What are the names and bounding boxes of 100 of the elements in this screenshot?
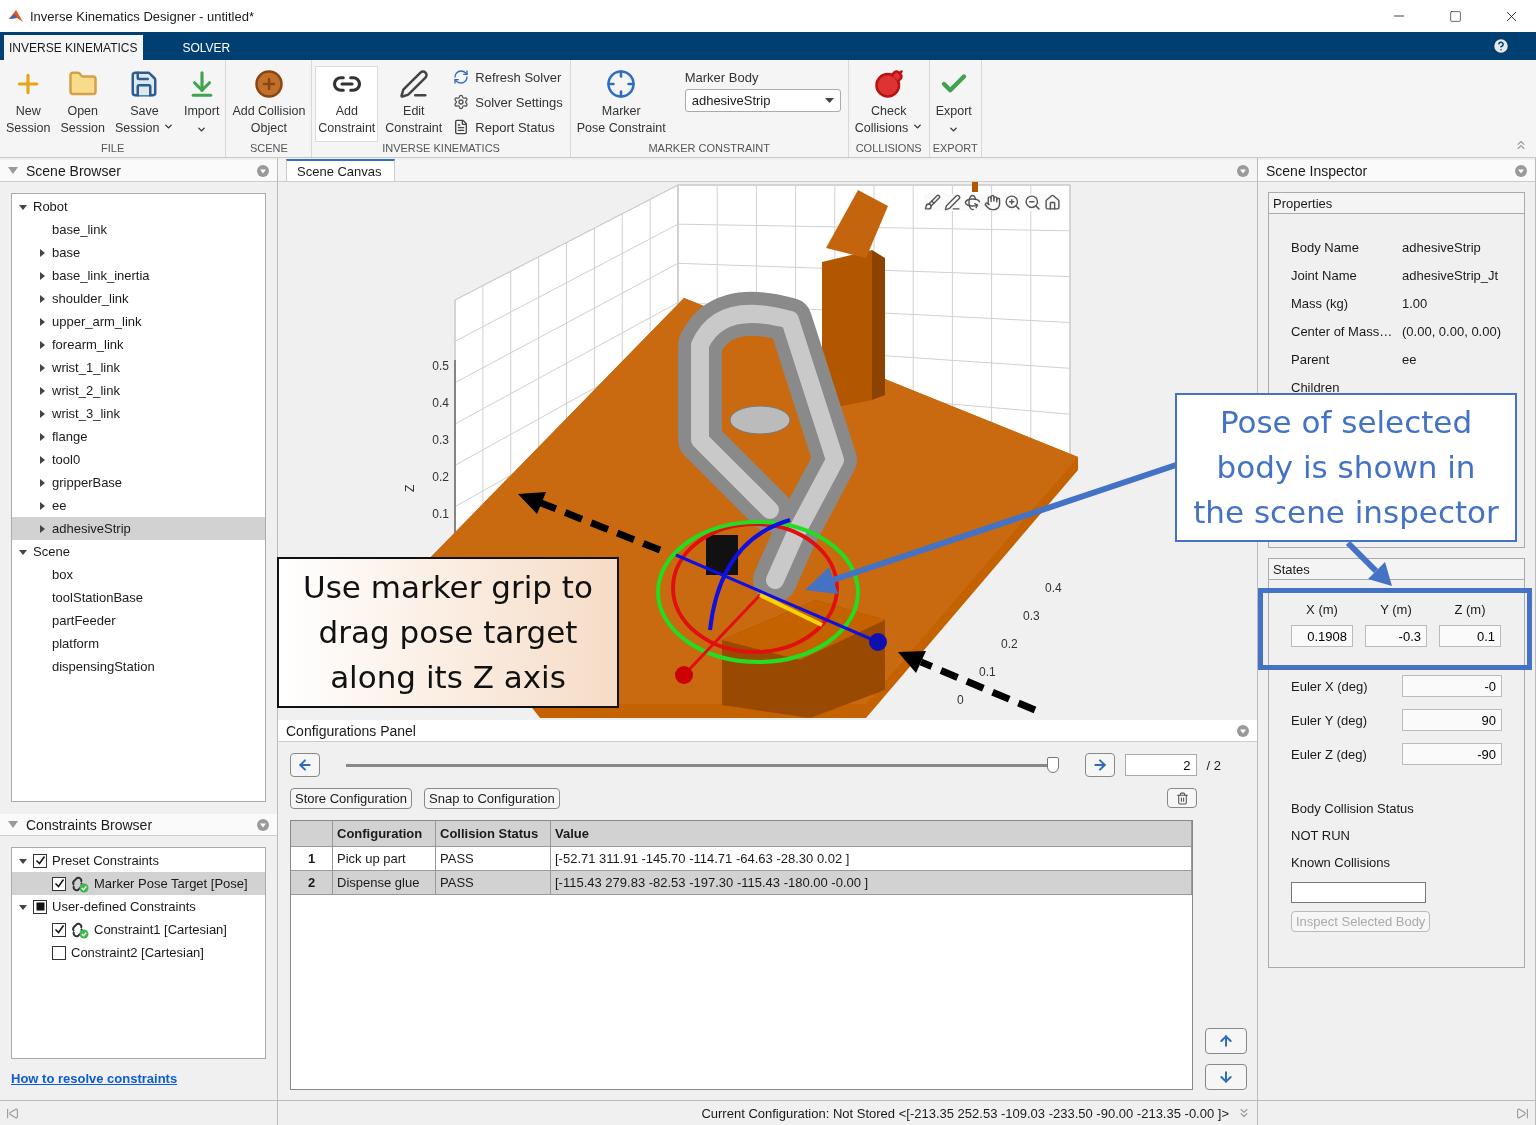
panel-menu-icon[interactable] [257,164,269,177]
collapsed-caret-icon[interactable] [38,524,46,533]
toolstrip-button[interactable]: Save Session [111,66,177,142]
tree-row[interactable]: base_link_inertia [12,264,265,287]
help-icon[interactable] [1492,37,1510,55]
tree-row[interactable]: Marker Pose Target [Pose] [12,872,265,895]
expanded-caret-icon[interactable] [19,856,27,865]
collapsed-caret-icon[interactable] [38,340,46,349]
tree-row[interactable]: forearm_link [12,333,265,356]
panel-menu-icon[interactable] [1515,164,1527,177]
input-field[interactable]: 0.1 [1439,625,1501,647]
tree-row[interactable]: flange [12,425,265,448]
collapsed-caret-icon[interactable] [38,409,46,418]
action-button[interactable]: Store Configuration [290,788,412,809]
slider-thumb[interactable] [1046,757,1059,773]
tree-row[interactable]: Scene [12,540,265,563]
home-icon[interactable] [1044,194,1061,211]
tree-row[interactable]: platform [12,632,265,655]
collapsed-caret-icon[interactable] [38,501,46,510]
action-button[interactable]: Snap to Configuration [424,788,560,809]
collapsed-caret-icon[interactable] [38,363,46,372]
canvas-tab[interactable]: Scene Canvas [286,159,395,181]
input-field[interactable]: 2 [1124,754,1197,776]
move-up-button[interactable] [1205,1028,1247,1054]
tree-row[interactable]: dispensingStation [12,655,265,678]
checkbox[interactable] [33,899,47,914]
tree-row[interactable]: Constraint1 [Cartesian] [12,918,265,941]
panel-menu-icon[interactable] [1237,724,1249,737]
checkbox[interactable] [33,853,47,868]
tree-row[interactable]: gripperBase [12,471,265,494]
next-button[interactable] [1084,753,1115,777]
collapsed-caret-icon[interactable] [38,271,46,280]
toolstrip-button[interactable]: Open Session [57,66,108,142]
collapse-triangle-icon[interactable] [8,820,18,829]
collapsed-caret-icon[interactable] [38,248,46,257]
zoom-in-icon[interactable] [1004,194,1021,211]
expanded-caret-icon[interactable] [19,902,27,911]
tree-row[interactable]: upper_arm_link [12,310,265,333]
tree-row[interactable]: tool0 [12,448,265,471]
checkbox[interactable] [52,945,66,960]
panel-menu-icon[interactable] [1237,164,1249,177]
input-field[interactable]: -90 [1402,743,1502,765]
column-header[interactable]: Value [551,821,1192,846]
expanded-caret-icon[interactable] [19,202,27,211]
tree-row[interactable]: wrist_1_link [12,356,265,379]
move-down-button[interactable] [1205,1064,1247,1090]
pen-icon[interactable] [944,194,961,211]
panel-menu-icon[interactable] [257,818,269,831]
tree-row[interactable]: base_link [12,218,265,241]
table-row[interactable]: 1 Pick up part PASS [-52.71 311.91 -145.70 -114.71 -64.63 -28.30 0.02 ] [291,847,1192,871]
input-field[interactable]: 0.1908 [1291,625,1353,647]
ribbon-tab[interactable]: SOLVER [177,35,237,60]
collapsed-caret-icon[interactable] [38,317,46,326]
tree-row[interactable]: Preset Constraints [12,849,265,872]
input-field[interactable]: -0.3 [1365,625,1427,647]
toolstrip-button[interactable]: Add Constraint [315,66,379,142]
tree-row[interactable]: Constraint2 [Cartesian] [12,941,265,964]
collapsed-caret-icon[interactable] [38,386,46,395]
tree-row[interactable]: base [12,241,265,264]
collapsed-caret-icon[interactable] [38,294,46,303]
collapsed-caret-icon[interactable] [38,478,46,487]
toolstrip-button[interactable]: Edit Constraint [382,66,446,142]
toolstrip-button[interactable]: Refresh Solver [449,66,567,88]
pan-icon[interactable] [984,194,1001,211]
tree-row[interactable]: partFeeder [12,609,265,632]
collapse-triangle-icon[interactable] [8,166,18,175]
brush-icon[interactable] [924,194,941,211]
toolstrip-button[interactable]: Solver Settings [449,91,567,113]
previous-button[interactable] [290,753,320,777]
maximize-icon[interactable] [1448,9,1462,23]
tree-row[interactable]: wrist_3_link [12,402,265,425]
rotate-icon[interactable] [964,194,981,211]
tree-row[interactable]: adhesiveStrip [12,517,265,540]
help-link[interactable]: How to resolve constraints [11,1071,178,1086]
column-header[interactable]: Collision Status [436,821,551,846]
toolstrip-button[interactable]: Export [932,66,975,142]
collapsed-caret-icon[interactable] [38,455,46,464]
checkbox[interactable] [52,922,66,937]
tree-row[interactable]: ee [12,494,265,517]
toolstrip-button[interactable]: Report Status [449,116,567,138]
toolstrip-button[interactable]: Check Collisions [851,66,926,142]
input-field[interactable] [1291,882,1426,903]
column-header[interactable]: Configuration [333,821,436,846]
delete-button[interactable] [1167,788,1197,808]
toolstrip-button[interactable]: New Session [3,66,54,142]
tree-row[interactable]: box [12,563,265,586]
tree-row[interactable]: shoulder_link [12,287,265,310]
checkbox[interactable] [52,876,66,891]
toolstrip-button[interactable]: Marker Pose Constraint [573,66,669,142]
collapsed-caret-icon[interactable] [38,432,46,441]
table-row[interactable]: 2 Dispense glue PASS [-115.43 279.83 -82.53 -197.30 -115.43 -180.00 -0.00 ] [291,871,1192,895]
zoom-out-icon[interactable] [1024,194,1041,211]
toolstrip-button[interactable]: Import [180,66,223,142]
tree-row[interactable]: Robot [12,195,265,218]
ribbon-tab[interactable]: INVERSE KINEMATICS [4,35,144,60]
dropdown[interactable]: adhesiveStrip [684,89,841,112]
tree-row[interactable]: User-defined Constraints [12,895,265,918]
expanded-caret-icon[interactable] [19,547,27,556]
tree-row[interactable]: toolStationBase [12,586,265,609]
tree-row[interactable]: wrist_2_link [12,379,265,402]
